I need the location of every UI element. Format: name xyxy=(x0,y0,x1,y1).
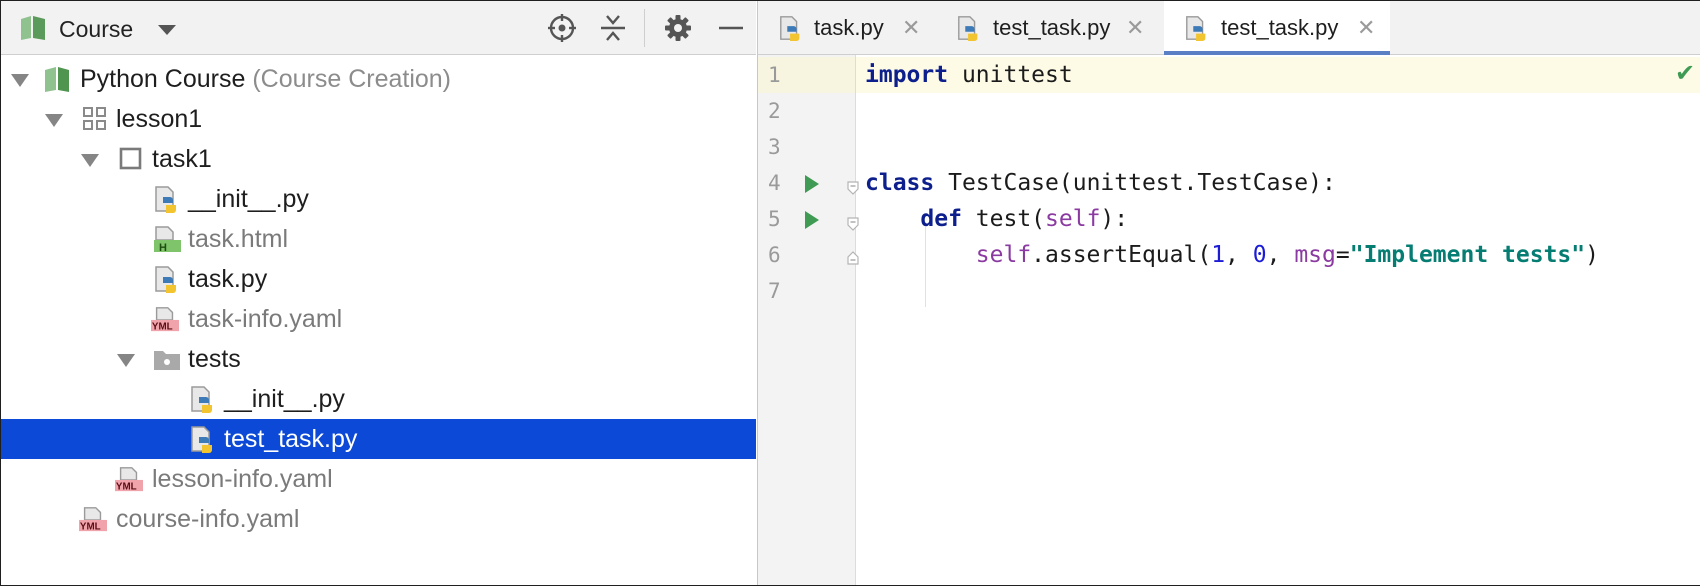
yaml-badge: YML xyxy=(152,322,173,333)
expand-arrow-icon[interactable] xyxy=(81,154,99,167)
tree-item-label: course-info.yaml xyxy=(116,505,300,533)
task-icon xyxy=(119,147,142,170)
line-number: 7 xyxy=(768,279,781,303)
project-panel: Course Python Course (Course Creation) l… xyxy=(1,1,756,585)
line-number: 5 xyxy=(768,207,781,231)
close-tab-icon[interactable]: ✕ xyxy=(1357,15,1375,41)
tree-row-task-py[interactable]: task.py xyxy=(1,259,756,299)
tab-label: test_task.py xyxy=(993,15,1111,40)
yaml-file-icon: YML xyxy=(115,467,143,493)
editor-panel: task.py ✕ test_task.py ✕ test_task.py ✕ … xyxy=(757,1,1700,585)
editor-tab-test-task-py[interactable]: test_task.py ✕ xyxy=(936,1,1156,54)
inspection-ok-icon[interactable]: ✔ xyxy=(1675,59,1695,88)
chevron-down-icon[interactable] xyxy=(158,25,176,35)
gear-icon[interactable] xyxy=(663,13,693,43)
python-file-icon xyxy=(780,16,800,41)
html-badge: H xyxy=(159,242,167,253)
tree-item-label: task-info.yaml xyxy=(188,305,343,333)
tree-item-label: lesson1 xyxy=(116,105,203,133)
python-file-icon xyxy=(155,266,176,293)
run-test-class-icon[interactable] xyxy=(805,175,819,193)
tree-row-tests[interactable]: tests xyxy=(1,339,756,379)
tree-item-suffix: (Course Creation) xyxy=(252,65,452,93)
line-number: 1 xyxy=(768,63,781,87)
tree-item-label: lesson-info.yaml xyxy=(152,465,333,493)
python-file-icon xyxy=(191,426,212,453)
html-file-icon: H xyxy=(154,226,181,253)
tree-item-label: Python Course (Course Creation) xyxy=(80,65,452,93)
python-file-icon xyxy=(958,16,978,41)
tree-row-python-course[interactable]: Python Course (Course Creation) xyxy=(1,59,756,99)
editor-tab-task-py[interactable]: task.py ✕ xyxy=(758,1,928,54)
line-number: 4 xyxy=(768,171,781,195)
expand-arrow-icon[interactable] xyxy=(117,354,135,367)
yaml-file-icon: YML xyxy=(151,307,179,333)
expand-arrow-icon[interactable] xyxy=(45,114,63,127)
folder-icon xyxy=(154,351,180,370)
tree-item-label: test_task.py xyxy=(224,425,358,453)
collapse-all-icon[interactable] xyxy=(598,13,628,43)
code-line-1[interactable]: import unittest xyxy=(865,62,1073,88)
tree-row-lesson-info-yaml[interactable]: YML lesson-info.yaml xyxy=(1,459,756,499)
lesson-icon xyxy=(83,107,106,130)
fold-marker-icon[interactable] xyxy=(847,217,859,231)
tree-row-lesson1[interactable]: lesson1 xyxy=(1,99,756,139)
tree-row-test-task-py[interactable]: test_task.py xyxy=(1,419,756,459)
expand-arrow-icon[interactable] xyxy=(11,74,29,87)
tree-item-label: __init__.py xyxy=(224,385,345,413)
course-view-icon xyxy=(21,16,45,40)
project-view-selector[interactable]: Course xyxy=(59,16,133,43)
tab-label: test_task.py xyxy=(1221,15,1339,40)
code-line-4[interactable]: class TestCase(unittest.TestCase): xyxy=(865,170,1336,196)
python-file-icon xyxy=(191,386,212,413)
tree-item-label: task.py xyxy=(188,265,268,293)
close-tab-icon[interactable]: ✕ xyxy=(902,15,920,41)
close-tab-icon[interactable]: ✕ xyxy=(1126,15,1144,41)
line-number: 6 xyxy=(768,243,781,267)
tree-item-label: tests xyxy=(188,345,241,373)
tree-row-task1[interactable]: task1 xyxy=(1,139,756,179)
tree-item-label: task1 xyxy=(152,145,212,173)
tree-item-label: __init__.py xyxy=(188,185,309,213)
locate-icon[interactable] xyxy=(547,13,577,43)
editor-tab-test-task-py-active[interactable]: test_task.py ✕ xyxy=(1164,1,1390,55)
line-number: 3 xyxy=(768,135,781,159)
yaml-badge: YML xyxy=(80,522,101,533)
course-icon xyxy=(45,67,69,92)
editor-tab-bar: task.py ✕ test_task.py ✕ test_task.py ✕ xyxy=(758,1,1700,55)
tree-row-course-info-yaml[interactable]: YML course-info.yaml xyxy=(1,499,756,539)
tab-label: task.py xyxy=(814,15,884,40)
python-file-icon xyxy=(1186,16,1206,41)
toolbar-divider xyxy=(644,9,645,47)
tree-row-task-html[interactable]: H task.html xyxy=(1,219,756,259)
line-number: 2 xyxy=(768,99,781,123)
fold-marker-icon[interactable] xyxy=(847,181,859,195)
yaml-badge: YML xyxy=(116,482,137,493)
tree-item-label: task.html xyxy=(188,225,289,253)
code-line-5[interactable]: def test(self): xyxy=(865,206,1128,232)
code-line-6[interactable]: self.assertEqual(1, 0, msg="Implement te… xyxy=(865,242,1599,268)
yaml-file-icon: YML xyxy=(79,507,107,533)
tree-row-task-info-yaml[interactable]: YML task-info.yaml xyxy=(1,299,756,339)
python-file-icon xyxy=(155,186,176,213)
fold-end-marker-icon[interactable] xyxy=(847,251,859,265)
run-test-method-icon[interactable] xyxy=(805,211,819,229)
project-panel-header: Course xyxy=(1,1,756,55)
tree-row-init-py[interactable]: __init__.py xyxy=(1,179,756,219)
minimize-icon[interactable] xyxy=(716,13,746,43)
tree-row-tests-init-py[interactable]: __init__.py xyxy=(1,379,756,419)
